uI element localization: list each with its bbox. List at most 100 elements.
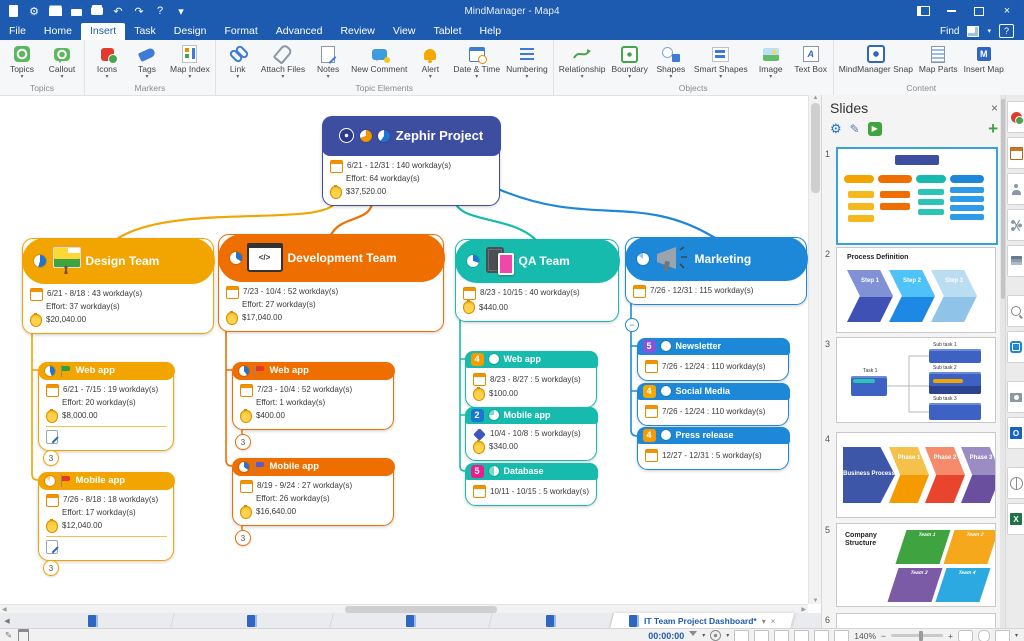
insert-map-button[interactable]: M Insert Map (961, 42, 1007, 82)
undo-icon[interactable]: ↶ (111, 4, 125, 18)
tab-task[interactable]: Task (125, 23, 165, 40)
web-panel-button[interactable] (1007, 467, 1024, 499)
image-button[interactable]: Image ▾ (751, 42, 791, 82)
slides-play-icon[interactable]: ▶ (867, 121, 882, 136)
minimize-button[interactable] (938, 2, 964, 20)
zoom-slider-knob[interactable] (919, 630, 924, 641)
tab-view[interactable]: View (384, 23, 425, 40)
tab-design[interactable]: Design (165, 23, 216, 40)
topic-newsletter[interactable]: 5 Newsletter 7/26 - 12/24 : 110 workday(… (636, 337, 790, 381)
library-panel-button[interactable] (1007, 245, 1024, 277)
notes-attachment-icon[interactable] (46, 429, 58, 444)
tab-tablet[interactable]: Tablet (424, 23, 470, 40)
tags-button[interactable]: Tags ▾ (127, 42, 167, 82)
filter-dropdown-icon[interactable]: ▾ (702, 632, 705, 639)
pages-icon[interactable] (994, 629, 1010, 641)
topic-development-team[interactable]: </> Development Team 7/23 - 10/4 : 52 wo… (217, 233, 445, 332)
edit-pencil-icon[interactable]: ✎ (5, 630, 12, 641)
close-button[interactable]: × (994, 2, 1020, 20)
add-slide-icon[interactable]: + (988, 120, 998, 137)
scroll-down-icon[interactable]: ▼ (813, 598, 819, 604)
view-mode-outline-icon[interactable] (754, 629, 770, 641)
view-mode-map-icon[interactable] (734, 629, 750, 641)
scroll-up-icon[interactable]: ▲ (813, 95, 819, 101)
document-tab-1[interactable] (12, 613, 175, 629)
link-status-icon[interactable] (977, 629, 990, 641)
topics-button[interactable]: Topics ▾ (2, 42, 42, 82)
attach-files-button[interactable]: Attach Files ▾ (258, 42, 308, 82)
hscroll-thumb[interactable] (345, 606, 497, 613)
collapsed-count-badge[interactable]: 3 (235, 530, 251, 546)
slide-thumbnail-3[interactable]: Task 1 Sub task 1 Sub task 2 Sub task 3 (836, 337, 996, 423)
topic-dev-mobile-app[interactable]: Mobile app 8/19 - 9/24 : 27 workday(s) E… (231, 457, 395, 526)
filter-icon[interactable] (689, 631, 698, 640)
text-box-button[interactable]: A Text Box (791, 42, 831, 82)
open-folder-icon[interactable] (48, 4, 62, 18)
view-mode-schedule-icon[interactable] (794, 629, 810, 641)
slide-thumbnail-2[interactable]: Process Definition Step 1 Step 2 Step 3 (836, 247, 996, 333)
zoom-out-icon[interactable]: − (881, 631, 886, 641)
view-dropdown-icon[interactable]: ▾ (987, 27, 991, 35)
topic-design-mobile-app[interactable]: Mobile app 7/26 - 8/18 : 18 workday(s) E… (37, 471, 175, 561)
topic-design-web-app[interactable]: Web app 6/21 - 7/15 : 19 workday(s) Effo… (37, 361, 175, 451)
topic-qa-database[interactable]: 5 Database 10/11 - 10/15 : 5 workday(s) (464, 462, 598, 506)
tab-home[interactable]: Home (35, 23, 81, 40)
notes-button[interactable]: Notes ▾ (308, 42, 348, 82)
help-icon[interactable]: ? (153, 4, 167, 18)
center-dropdown-icon[interactable]: ▾ (726, 632, 729, 639)
slides-settings-icon[interactable]: ⚙ (830, 122, 842, 135)
help-button[interactable]: ? (999, 24, 1014, 38)
slide-thumbnail-6[interactable] (836, 613, 996, 629)
topic-qa-mobile-app[interactable]: 2 Mobile app 10/4 - 10/8 : 5 workday(s) … (464, 406, 598, 461)
slide-thumbnail-4[interactable]: Business Process Phase 1 Phase 2 Phase 3 (836, 432, 996, 518)
task-timer[interactable]: 00:00:00 (648, 631, 684, 641)
topic-marketing[interactable]: Marketing 7/26 - 12/31 : 115 workday(s) (624, 236, 808, 305)
slide-thumbnail-1[interactable] (836, 147, 998, 245)
document-tab-3[interactable] (330, 613, 493, 629)
topic-design-team[interactable]: Design Team 6/21 - 8/18 : 43 workday(s) … (21, 237, 215, 334)
zoom-in-icon[interactable]: + (948, 631, 953, 641)
excel-panel-button[interactable]: X (1007, 503, 1024, 535)
share-panel-button[interactable] (1007, 209, 1024, 241)
redo-icon[interactable]: ↷ (132, 4, 146, 18)
tab-review[interactable]: Review (331, 23, 383, 40)
callout-button[interactable]: Callout ▾ (42, 42, 82, 82)
zoom-slider[interactable] (891, 630, 944, 641)
tab-advanced[interactable]: Advanced (267, 23, 332, 40)
boundary-button[interactable]: Boundary ▾ (608, 42, 650, 82)
vertical-scrollbar[interactable]: ▲ ▼ (808, 95, 822, 604)
view-mode-gantt-icon[interactable] (774, 629, 790, 641)
tab-close-icon[interactable]: × (771, 617, 776, 626)
topic-zephir-project[interactable]: Zephir Project 6/21 - 12/31 : 140 workda… (321, 115, 501, 206)
capture-panel-button[interactable] (1007, 381, 1024, 413)
collapsed-count-badge[interactable]: 3 (43, 560, 59, 576)
document-tab-active[interactable]: IT Team Project Dashboard* ▾ × (610, 613, 795, 629)
customize-toolbar-icon[interactable]: ▾ (174, 4, 188, 18)
smart-shapes-button[interactable]: Smart Shapes ▾ (691, 42, 751, 82)
schedule-panel-button[interactable] (1007, 137, 1024, 169)
slides-edit-icon[interactable]: ✎ (850, 123, 860, 135)
pages-dropdown-icon[interactable]: ▾ (1015, 632, 1018, 639)
gear-icon[interactable]: ⚙ (27, 4, 41, 18)
date-time-button[interactable]: Date & Time ▾ (450, 42, 503, 82)
restore-button[interactable] (966, 2, 992, 20)
alert-button[interactable]: Alert ▾ (410, 42, 450, 82)
find-button[interactable]: Find (940, 26, 959, 37)
map-canvas[interactable]: Zephir Project 6/21 - 12/31 : 140 workda… (0, 95, 808, 605)
search-panel-button[interactable] (1007, 295, 1024, 327)
outlook-panel-button[interactable]: O (1007, 417, 1024, 449)
slide-thumbnail-5[interactable]: Company Structure Team 1 Team 2 Team 3 T… (836, 523, 996, 607)
scroll-right-icon[interactable]: ▶ (801, 606, 808, 613)
print-icon[interactable] (90, 4, 104, 18)
tab-help[interactable]: Help (471, 23, 511, 40)
topic-qa-web-app[interactable]: 4 Web app 8/23 - 8/27 : 5 workday(s) $10… (464, 350, 598, 408)
view-mode-tag-icon[interactable] (814, 629, 830, 641)
topic-qa-team[interactable]: QA Team 8/23 - 10/15 : 40 workday(s) $44… (454, 238, 620, 322)
topic-press-release[interactable]: 4 Press release 12/27 - 12/31 : 5 workda… (636, 426, 790, 470)
scroll-left-icon[interactable]: ◀ (0, 606, 7, 613)
switch-windows-icon[interactable] (910, 2, 936, 20)
tab-insert[interactable]: Insert (80, 23, 126, 40)
topic-social-media[interactable]: 4 Social Media 7/26 - 12/24 : 110 workda… (636, 382, 790, 426)
icons-button[interactable]: Icons ▾ (87, 42, 127, 82)
new-comment-button[interactable]: New Comment (348, 42, 410, 82)
